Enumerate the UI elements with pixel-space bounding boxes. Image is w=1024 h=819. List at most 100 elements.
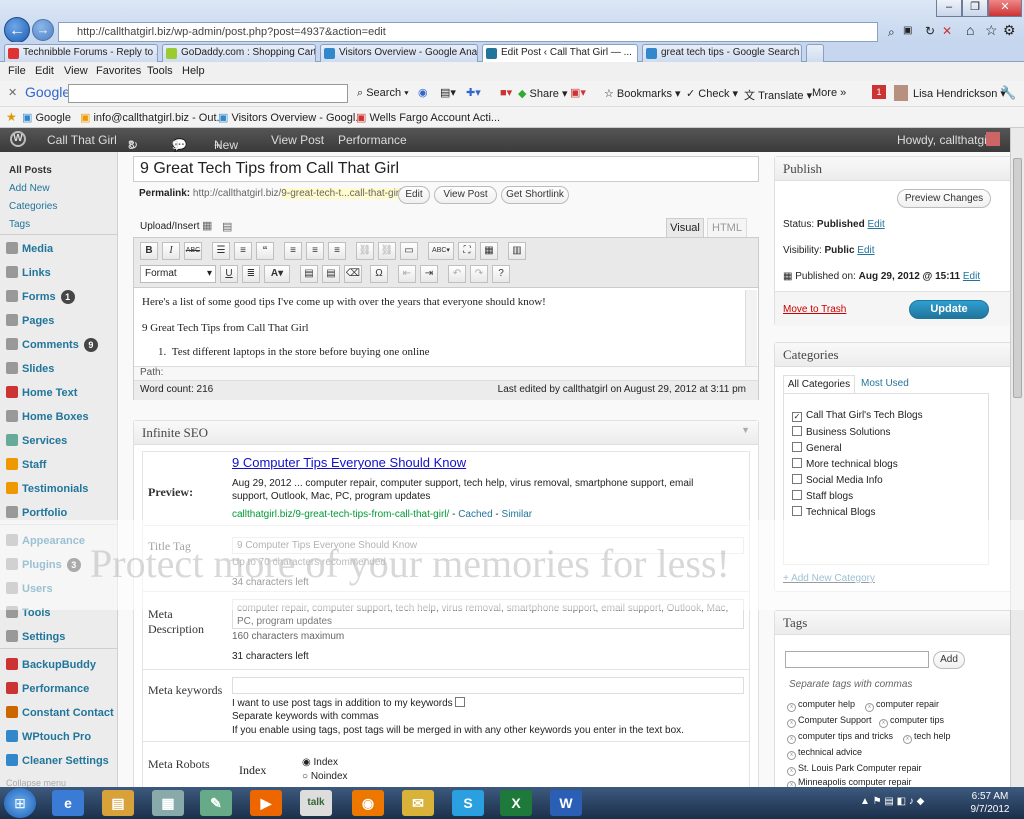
tag-item[interactable]: x computer help <box>787 699 855 712</box>
clock-time[interactable]: 6:57 AM <box>966 791 1014 802</box>
refresh-icon[interactable]: ↻ <box>925 24 935 38</box>
back-button[interactable]: ← <box>4 17 30 43</box>
sidebar-item-constant-contact[interactable]: Constant Contact <box>6 706 114 719</box>
category-item[interactable]: Social Media Info <box>792 474 883 486</box>
tab-godaddy[interactable]: GoDaddy.com : Shopping Cart <box>162 44 316 62</box>
remove-tag-icon[interactable]: x <box>787 719 796 728</box>
preview-changes-button[interactable]: Preview Changes <box>897 189 991 208</box>
sidebar-item-forms[interactable]: Forms 1 <box>6 290 75 304</box>
sidebar-item-home-text[interactable]: Home Text <box>6 386 77 399</box>
status-edit-link[interactable]: Edit <box>868 219 885 230</box>
start-button[interactable]: ⊞ <box>4 788 36 818</box>
category-item[interactable]: Business Solutions <box>792 426 891 438</box>
file-explorer-icon[interactable]: ▤ <box>102 790 134 816</box>
tag-item[interactable]: x Computer Support <box>787 715 872 728</box>
puzzle-icon[interactable]: ✚▾ <box>466 86 481 99</box>
new-tab-button[interactable] <box>806 44 824 62</box>
share-button[interactable]: ◆ Share ▾ <box>518 87 567 100</box>
submenu-all-posts[interactable]: All Posts <box>9 165 52 176</box>
meta-keywords-input[interactable] <box>232 677 744 694</box>
more-tag-button[interactable]: ▭ <box>400 242 418 260</box>
categories-header[interactable]: Categories <box>775 343 1024 367</box>
add-tag-button[interactable]: Add <box>933 651 965 669</box>
favorite-google[interactable]: ▣ Google <box>22 111 71 124</box>
sidebar-item-tools[interactable]: Tools <box>6 606 51 619</box>
forward-button[interactable]: → <box>32 19 54 41</box>
tag-item[interactable]: x computer repair <box>865 699 939 712</box>
notification-badge[interactable]: 1 <box>872 85 886 99</box>
underline-button[interactable]: U <box>220 265 238 283</box>
sidebar-item-portfolio[interactable]: Portfolio <box>6 506 67 519</box>
tools-gear-icon[interactable]: ⚙ <box>1003 22 1016 39</box>
align-center-button[interactable]: ≡ <box>306 242 324 260</box>
justify-button[interactable]: ≣ <box>242 265 260 283</box>
scrollbar-thumb[interactable] <box>1013 158 1022 398</box>
adminbar-view-post[interactable]: View Post <box>271 133 324 147</box>
fullscreen-button[interactable]: ⛶ <box>458 242 476 260</box>
indent-button[interactable]: ⇥ <box>420 265 438 283</box>
kitchen-sink-button[interactable]: ▦ <box>480 242 498 260</box>
tab-edit-post[interactable]: Edit Post ‹ Call That Girl — ... <box>482 44 638 62</box>
globe-icon[interactable]: ◉ <box>418 86 428 99</box>
submenu-add-new[interactable]: Add New <box>9 183 50 194</box>
submenu-categories[interactable]: Categories <box>9 201 57 212</box>
sidebar-item-plugins[interactable]: Plugins 3 <box>6 558 81 572</box>
favorite-outlook[interactable]: ▣ info@callthatgirl.biz - Out... <box>80 111 226 124</box>
adminbar-howdy[interactable]: Howdy, callthatgirl <box>897 133 993 147</box>
user-menu[interactable]: Lisa Hendrickson ▾ <box>913 87 1006 100</box>
maximize-button[interactable]: ❐ <box>962 0 988 17</box>
sidebar-item-slides[interactable]: Slides <box>6 362 54 375</box>
tab-google-search[interactable]: great tech tips - Google Search <box>642 44 802 62</box>
move-to-trash-link[interactable]: Move to Trash <box>783 304 846 315</box>
tag-item[interactable]: x computer tips <box>879 715 944 728</box>
spellcheck-button[interactable]: ✓ Check ▾ <box>686 87 738 100</box>
add-media-icon[interactable]: ▦ <box>202 219 212 232</box>
tags-header[interactable]: Tags <box>775 611 1024 635</box>
more-toolbar-button[interactable]: ▥ <box>508 242 526 260</box>
italic-button[interactable]: I <box>162 242 180 260</box>
media-player-icon[interactable]: ▶ <box>250 790 282 816</box>
favorites-star-icon[interactable]: ☆ <box>985 22 998 39</box>
get-shortlink-button[interactable]: Get Shortlink <box>501 186 569 204</box>
category-item[interactable]: More technical blogs <box>792 458 898 470</box>
close-window-button[interactable]: ✕ <box>988 0 1022 17</box>
sidebar-item-media[interactable]: Media <box>6 242 53 255</box>
redo-button[interactable]: ↷ <box>470 265 488 283</box>
favorite-wellsfargo[interactable]: ▣ Wells Fargo Account Acti... <box>356 111 500 124</box>
tab-most-used[interactable]: Most Used <box>861 378 909 389</box>
sidebar-item-backupbuddy[interactable]: BackupBuddy <box>6 658 96 671</box>
remove-tag-icon[interactable]: x <box>787 735 796 744</box>
robots-noindex-option[interactable]: ○ Noindex <box>302 771 348 782</box>
sidewiki-icon[interactable]: ▣▾ <box>570 86 586 99</box>
word-icon[interactable]: W <box>550 790 582 816</box>
add-form-icon[interactable]: ▤ <box>222 220 232 233</box>
format-select[interactable]: Format ▾ <box>140 265 216 283</box>
permalink-edit-button[interactable]: Edit <box>398 186 430 204</box>
menu-edit[interactable]: Edit <box>35 65 54 77</box>
editor-scrollbar[interactable] <box>745 290 757 366</box>
menu-tools[interactable]: Tools <box>147 65 173 77</box>
remove-tag-icon[interactable]: x <box>787 703 796 712</box>
favorites-star-icon[interactable]: ★ <box>6 110 17 124</box>
tab-technibble[interactable]: Technibble Forums - Reply to ... <box>4 44 158 62</box>
use-tags-checkbox[interactable] <box>455 697 466 707</box>
remove-tag-icon[interactable]: x <box>787 767 796 776</box>
remove-tag-icon[interactable]: x <box>865 703 874 712</box>
text-color-button[interactable]: A▾ <box>264 265 290 283</box>
strikethrough-button[interactable]: ABC <box>184 242 202 260</box>
update-button[interactable]: Update <box>909 300 989 319</box>
category-checkbox[interactable] <box>792 490 802 500</box>
firefox-icon[interactable]: ◉ <box>352 790 384 816</box>
help-button[interactable]: ? <box>492 265 510 283</box>
favorite-analytics[interactable]: ▣ Visitors Overview - Googl... <box>218 111 365 124</box>
page-icon[interactable]: ▤▾ <box>440 86 456 99</box>
sidebar-item-services[interactable]: Services <box>6 434 67 447</box>
minimize-button[interactable]: – <box>936 0 962 17</box>
translate-button[interactable]: 文 Translate ▾ <box>744 87 812 103</box>
bold-button[interactable]: B <box>140 242 158 260</box>
sidebar-item-testimonials[interactable]: Testimonials <box>6 482 88 495</box>
close-toolbar-icon[interactable]: ✕ <box>8 86 17 99</box>
menu-view[interactable]: View <box>64 65 88 77</box>
clock-date[interactable]: 9/7/2012 <box>966 804 1014 815</box>
special-char-button[interactable]: Ω <box>370 265 388 283</box>
